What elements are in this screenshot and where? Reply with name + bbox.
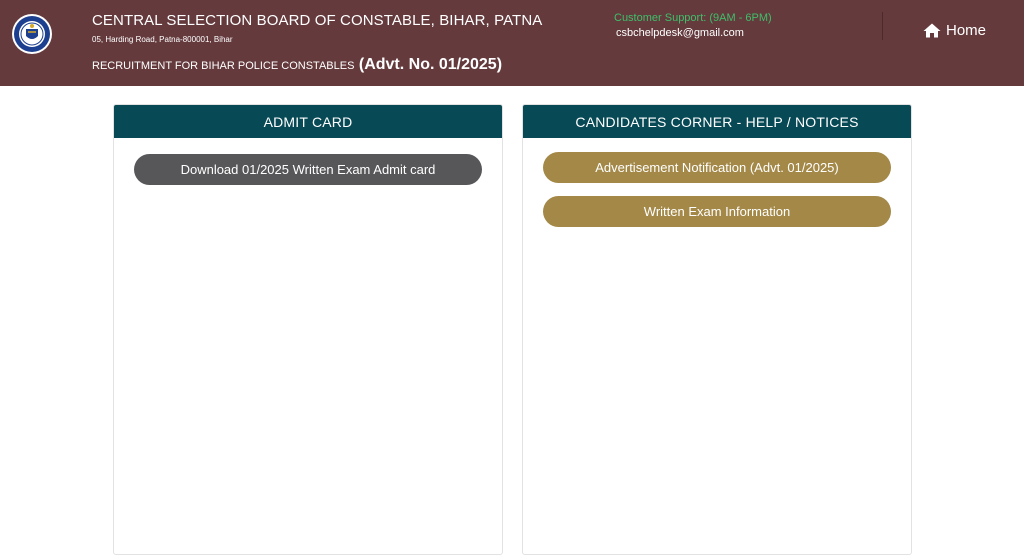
header-divider: [882, 12, 883, 40]
recruitment-line: RECRUITMENT FOR BIHAR POLICE CONSTABLES …: [92, 56, 502, 74]
download-admit-card-button[interactable]: Download 01/2025 Written Exam Admit card: [134, 154, 482, 185]
advertisement-notification-button[interactable]: Advertisement Notification (Advt. 01/202…: [543, 152, 891, 183]
candidates-corner-title: CANDIDATES CORNER - HELP / NOTICES: [523, 105, 911, 138]
admit-card-title: ADMIT CARD: [114, 105, 502, 138]
org-title: CENTRAL SELECTION BOARD OF CONSTABLE, BI…: [92, 12, 543, 29]
home-link[interactable]: Home: [923, 22, 986, 39]
written-exam-information-button[interactable]: Written Exam Information: [543, 196, 891, 227]
admit-card-panel: ADMIT CARD Download 01/2025 Written Exam…: [113, 104, 503, 555]
candidates-corner-panel: CANDIDATES CORNER - HELP / NOTICES Adver…: [522, 104, 912, 555]
support-hours-label: Customer Support: (9AM - 6PM): [614, 12, 772, 24]
support-email[interactable]: csbchelpdesk@gmail.com: [616, 27, 744, 39]
site-header: CENTRAL SELECTION BOARD OF CONSTABLE, BI…: [0, 0, 1024, 86]
csbc-emblem-logo[interactable]: [11, 13, 53, 55]
home-icon: [923, 23, 941, 38]
home-label: Home: [946, 22, 987, 39]
recruitment-text: RECRUITMENT FOR BIHAR POLICE CONSTABLES: [92, 60, 355, 72]
advt-number: (Advt. No. 01/2025): [358, 56, 503, 73]
org-address: 05, Harding Road, Patna-800001, Bihar: [92, 35, 233, 44]
